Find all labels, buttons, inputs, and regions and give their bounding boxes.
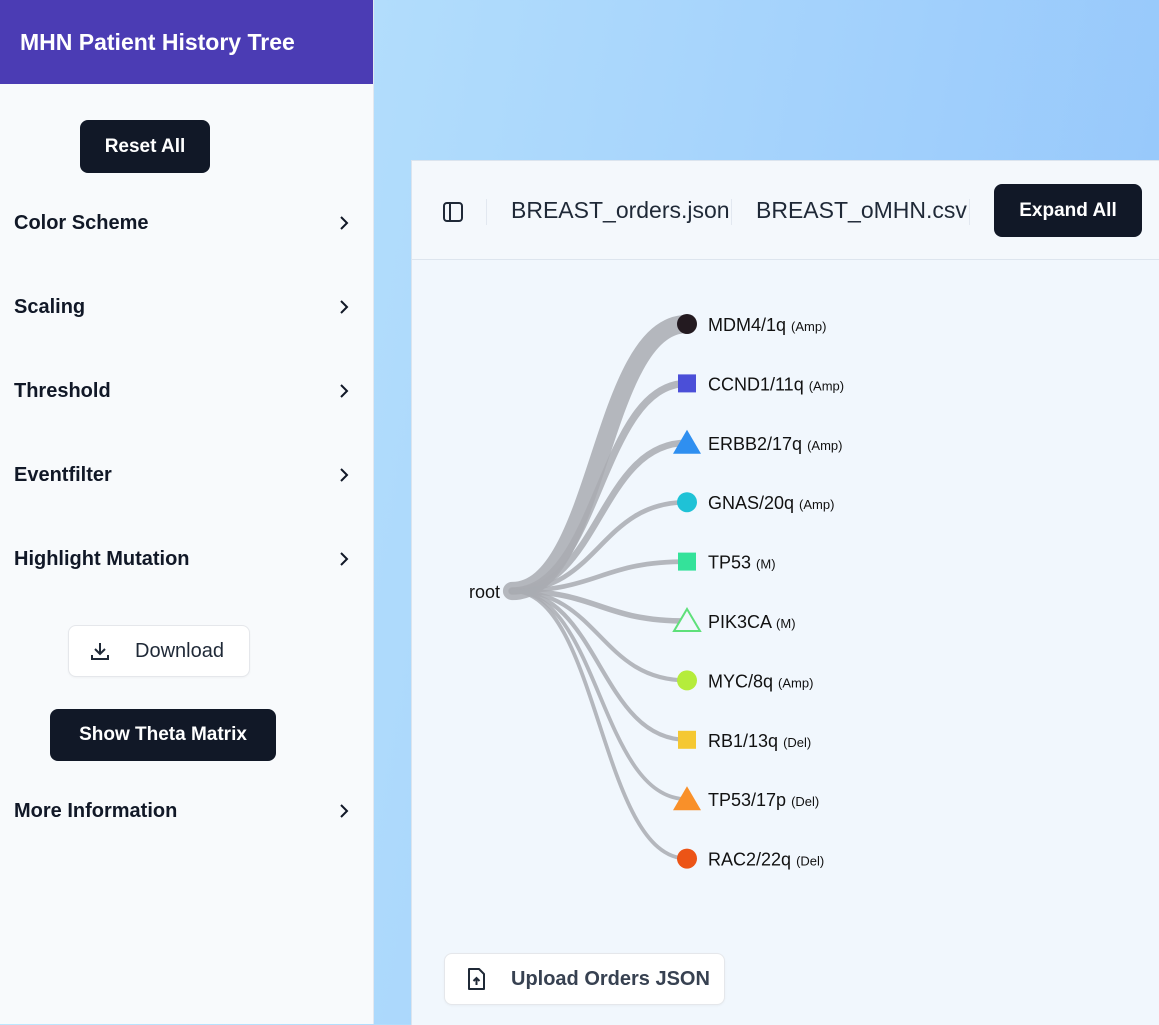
chevron-right-icon [340,804,349,818]
node-label: MYC/8q (Amp) [708,671,813,691]
download-label: Download [135,639,224,662]
node-gene-label: PIK3CA [708,612,776,632]
node-label: GNAS/20q (Amp) [708,493,834,513]
tree-edge [510,589,689,861]
main-panel: BREAST_orders.json BREAST_oMHN.csv Expan… [411,160,1159,1025]
node-gene-label: CCND1/11q [708,374,809,394]
node-label: ERBB2/17q (Amp) [708,434,842,454]
sidebar: MHN Patient History Tree Reset All Color… [0,0,374,1024]
node-event-type: (Amp) [807,438,842,453]
section-label: Scaling [14,295,86,318]
section-label: Highlight Mutation [14,547,190,570]
chevron-right-icon [340,216,349,230]
section-label: Eventfilter [14,463,112,486]
section-threshold[interactable]: Threshold [14,371,350,411]
node-event-type: (Del) [783,735,811,750]
tree-edge [508,379,691,595]
divider [731,199,732,225]
node-circle-marker [677,670,697,691]
node-square-marker [678,552,696,571]
app-title: MHN Patient History Tree [0,0,373,84]
node-circle-marker [677,848,697,869]
root-label: root [469,582,500,602]
node-square-marker [678,730,696,749]
node-event-type: (M) [756,557,776,572]
node-label: RAC2/22q (Del) [708,850,824,870]
section-eventfilter[interactable]: Eventfilter [14,455,350,495]
chevron-right-icon [340,384,349,398]
node-label: TP53 (M) [708,553,776,573]
section-highlight-mutation[interactable]: Highlight Mutation [14,539,350,579]
sidebar-toggle-icon[interactable] [442,201,464,223]
node-circle-marker [677,492,697,513]
reset-all-button[interactable]: Reset All [80,120,210,173]
node-event-type: (Amp) [809,378,844,393]
section-label: More Information [14,799,178,822]
toolbar: BREAST_orders.json BREAST_oMHN.csv Expan… [412,161,1159,260]
node-square-marker [678,374,696,393]
node-event-type: (Del) [796,854,824,869]
section-label: Color Scheme [14,211,149,234]
section-color-scheme[interactable]: Color Scheme [14,203,350,243]
node-event-type: (Del) [791,794,819,809]
node-label: RB1/13q (Del) [708,731,811,751]
node-gene-label: RAC2/22q [708,850,796,870]
node-label: PIK3CA (M) [708,612,796,632]
node-gene-label: GNAS/20q [708,493,799,513]
orders-file-name[interactable]: BREAST_orders.json [511,197,730,224]
node-gene-label: TP53 [708,553,756,573]
show-theta-matrix-button[interactable]: Show Theta Matrix [50,709,276,761]
upload-file-icon [468,968,485,990]
chevron-right-icon [340,552,349,566]
node-label: MDM4/1q (Amp) [708,315,826,335]
node-gene-label: ERBB2/17q [708,434,807,454]
node-circle-marker [677,314,697,334]
node-event-type: (Amp) [778,675,813,690]
node-gene-label: MDM4/1q [708,315,791,335]
upload-label: Upload Orders JSON [511,967,710,990]
node-gene-label: RB1/13q [708,731,783,751]
node-gene-label: TP53/17p [708,790,791,810]
node-label: TP53/17p (Del) [708,790,819,810]
node-gene-label: MYC/8q [708,671,778,691]
chevron-right-icon [340,300,349,314]
node-label: CCND1/11q (Amp) [708,374,844,394]
divider [969,199,970,225]
expand-all-button[interactable]: Expand All [994,184,1142,237]
section-scaling[interactable]: Scaling [14,287,350,327]
section-more-information[interactable]: More Information [14,791,350,831]
download-button[interactable]: Download [68,625,250,677]
history-tree: rootMDM4/1q (Amp)CCND1/11q (Amp)ERBB2/17… [469,314,844,870]
chevron-right-icon [340,468,349,482]
tree-edge [509,588,690,742]
download-icon [91,643,109,660]
node-event-type: (M) [776,616,796,631]
omhn-file-name[interactable]: BREAST_oMHN.csv [756,197,967,224]
section-label: Threshold [14,379,111,402]
tree-edge [502,314,697,601]
node-event-type: (Amp) [791,319,826,334]
divider [486,199,487,225]
upload-orders-button[interactable]: Upload Orders JSON [444,953,725,1005]
node-event-type: (Amp) [799,497,834,512]
